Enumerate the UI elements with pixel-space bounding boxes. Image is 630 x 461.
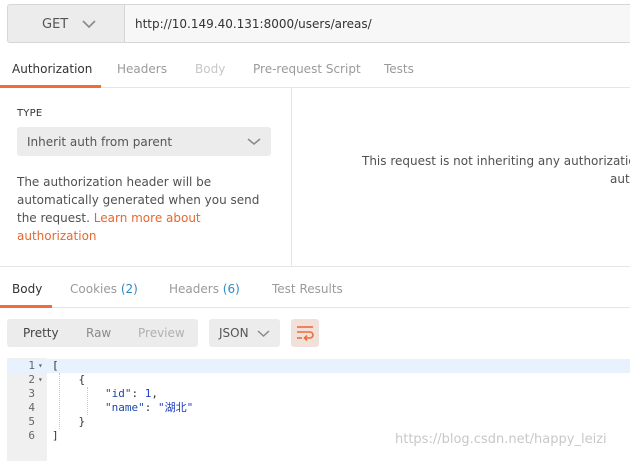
code-line: 5 } <box>7 415 630 429</box>
line-number: 3 <box>28 387 35 400</box>
auth-inherit-message: This request is not inheriting any autho… <box>362 154 630 168</box>
view-mode-group: Pretty Raw Preview <box>7 319 198 347</box>
line-number: 2 <box>28 373 35 386</box>
code-text: ] <box>52 429 59 442</box>
tab-tests[interactable]: Tests <box>384 62 414 76</box>
response-tab-headers-label: Headers <box>169 282 219 296</box>
auth-type-select[interactable]: Inherit auth from parent <box>17 127 271 156</box>
auth-type-label: TYPE <box>17 108 43 119</box>
chevron-down-icon <box>257 330 270 338</box>
tab-authorization[interactable]: Authorization <box>12 62 92 76</box>
response-tab-cookies-label: Cookies <box>70 282 117 296</box>
line-number: 1 <box>28 359 35 372</box>
response-tab-headers[interactable]: Headers (6) <box>169 282 240 296</box>
wrap-lines-icon <box>297 326 314 341</box>
line-number: 5 <box>28 415 35 428</box>
json-tail: , <box>151 387 158 400</box>
response-tabs: Body Cookies (2) Headers (6) Test Result… <box>0 267 630 308</box>
headers-count: (6) <box>222 282 240 296</box>
url-text: http://10.149.40.131:8000/users/areas/ <box>135 17 372 31</box>
indent-guide <box>87 387 88 415</box>
preview-button[interactable]: Preview <box>138 326 185 340</box>
auth-description: The authorization header will be automat… <box>17 173 279 245</box>
code-line: 4 "name": "湖北" <box>7 401 630 415</box>
code-line: 2 ▾ { <box>7 373 630 387</box>
code-line: 3 "id": 1, <box>7 387 630 401</box>
auth-type-value: Inherit auth from parent <box>27 135 173 149</box>
indent-guide <box>59 373 60 429</box>
json-key: "id" <box>104 387 132 400</box>
line-number: 6 <box>28 429 35 442</box>
line-number: 4 <box>28 401 35 414</box>
method-label: GET <box>42 17 69 32</box>
auth-info-panel: This request is not inheriting any autho… <box>293 88 630 266</box>
pretty-button[interactable]: Pretty <box>23 326 59 340</box>
method-select[interactable]: GET <box>7 4 124 43</box>
response-toolbar: Pretty Raw Preview JSON <box>0 308 630 358</box>
url-input[interactable]: http://10.149.40.131:8000/users/areas/ <box>124 4 630 43</box>
auth-inherit-message-cont: auth <box>610 172 630 186</box>
request-tabs: Authorization Headers Body Pre-request S… <box>0 52 630 88</box>
code-line: 1 ▾ [ <box>7 359 630 373</box>
tab-headers[interactable]: Headers <box>117 62 167 76</box>
json-value: "湖北" <box>157 401 194 414</box>
fold-toggle-icon[interactable]: ▾ <box>38 373 43 387</box>
response-tab-body-label: Body <box>12 282 43 296</box>
code-text: "id": 1, <box>52 387 158 401</box>
request-bar: GET http://10.149.40.131:8000/users/area… <box>0 0 630 52</box>
code-text: } <box>52 415 86 428</box>
auth-settings-panel: TYPE Inherit auth from parent The author… <box>0 88 292 266</box>
response-tab-test-results[interactable]: Test Results <box>272 282 343 296</box>
response-tab-cookies[interactable]: Cookies (2) <box>70 282 138 296</box>
fold-toggle-icon[interactable]: ▾ <box>38 359 43 373</box>
tab-pre-request-script[interactable]: Pre-request Script <box>253 62 361 76</box>
response-tab-body[interactable]: Body <box>12 282 42 296</box>
format-select[interactable]: JSON <box>209 319 280 347</box>
tab-body[interactable]: Body <box>195 62 225 76</box>
code-text: "name": "湖北" <box>52 401 193 415</box>
watermark: https://blog.csdn.net/happy_leizi <box>395 432 607 447</box>
format-label: JSON <box>219 326 249 340</box>
chevron-down-icon <box>82 20 96 29</box>
json-sep: : <box>144 401 158 414</box>
code-text: { <box>52 373 86 386</box>
json-sep: : <box>131 387 145 400</box>
cookies-count: (2) <box>120 282 138 296</box>
raw-button[interactable]: Raw <box>86 326 111 340</box>
wrap-lines-button[interactable] <box>291 319 319 347</box>
code-text: [ <box>52 359 59 372</box>
json-key: "name" <box>104 401 145 414</box>
chevron-down-icon <box>247 138 261 145</box>
